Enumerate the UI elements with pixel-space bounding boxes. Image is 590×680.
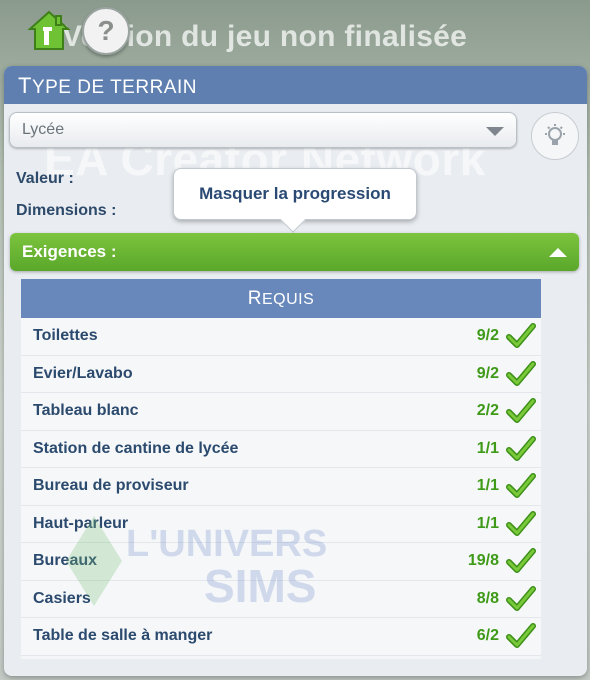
checkmark-icon [506,398,536,423]
required-list: REQUIS Toilettes 9/2 Evier/Lavabo 9/2 Tablea… [21,279,541,659]
requirement-name: Tableau blanc [33,402,139,419]
tooltip-label: Masquer la progression [199,184,391,203]
checkmark-icon [506,585,536,611]
requirement-name: Bureaux [33,552,98,569]
lightbulb-button[interactable] [531,112,579,160]
panel-title-rest: YPE DE TERRAIN [31,77,197,98]
home-button[interactable] [26,9,72,53]
required-header-rest: EQUIS [261,291,315,308]
requirement-name: Casiers [33,589,91,607]
requirement-row: Casiers 8/8 [21,580,541,618]
checkmark-icon [506,510,536,536]
requirements-toggle[interactable]: Exigences : [10,233,579,271]
panel-title-initial: T [18,73,32,98]
dimensions-label: Dimensions : [16,202,117,219]
checkmark-icon [506,323,536,348]
requirement-row: Bureau de proviseur 1/1 [21,468,541,506]
requirement-count: 2/2 [476,402,499,419]
requirement-count: 1/1 [476,514,499,532]
requirement-name: Table de salle à manger [33,627,213,644]
requirement-name: Haut-parleur [33,514,129,532]
requirement-row: Table de salle à manger 6/2 [21,618,541,656]
checkmark-icon [506,360,536,386]
checkmark-icon [506,623,536,648]
requirement-row: Evier/Lavabo 9/2 [21,355,541,393]
requirement-row: Tableau blanc 2/2 [21,393,541,431]
requirement-row: Toilettes 9/2 [21,318,541,356]
value-label: Valeur : [16,170,74,187]
top-bar: Version du jeu non finalisée ? [0,0,590,66]
hide-progress-tooltip[interactable]: Masquer la progression [173,168,417,233]
checkmark-icon [506,473,536,498]
help-button[interactable]: ? [82,7,130,55]
requirement-name: Toilettes [33,327,98,344]
checkmark-icon [506,548,536,573]
lot-type-panel: TYPE DE TERRAIN EA Creator Network Lycée… [4,66,587,676]
requirements-label: Exigences : [22,242,117,261]
requirement-name: Station de cantine de lycée [33,439,239,457]
lightbulb-icon [545,124,565,145]
chevron-up-icon [549,248,567,257]
requirement-count: 1/1 [476,477,499,494]
chevron-down-icon [486,127,504,136]
requirement-count: 8/8 [476,589,499,607]
requirement-count: 19/8 [467,552,499,569]
requirement-count: 9/2 [476,327,499,344]
tooltip-tail [280,207,306,233]
requirement-count: 6/2 [476,627,499,644]
required-rows: Toilettes 9/2 Evier/Lavabo 9/2 Tableau blanc… [21,318,541,656]
home-icon [27,10,71,50]
lot-type-dropdown[interactable]: Lycée [9,112,517,148]
requirement-name: Bureau de proviseur [33,477,189,494]
requirement-count: 1/1 [476,439,499,457]
requirement-name: Evier/Lavabo [33,364,133,382]
requirement-row: Haut-parleur 1/1 [21,505,541,543]
required-header: REQUIS [21,279,541,318]
requirement-row: Bureaux 19/8 [21,543,541,581]
requirement-count: 9/2 [476,364,499,382]
lot-type-value: Lycée [22,121,65,138]
required-header-initial: R [247,288,262,309]
requirement-row: Station de cantine de lycée 1/1 [21,430,541,468]
checkmark-icon [506,435,536,461]
panel-title: TYPE DE TERRAIN [4,66,587,104]
